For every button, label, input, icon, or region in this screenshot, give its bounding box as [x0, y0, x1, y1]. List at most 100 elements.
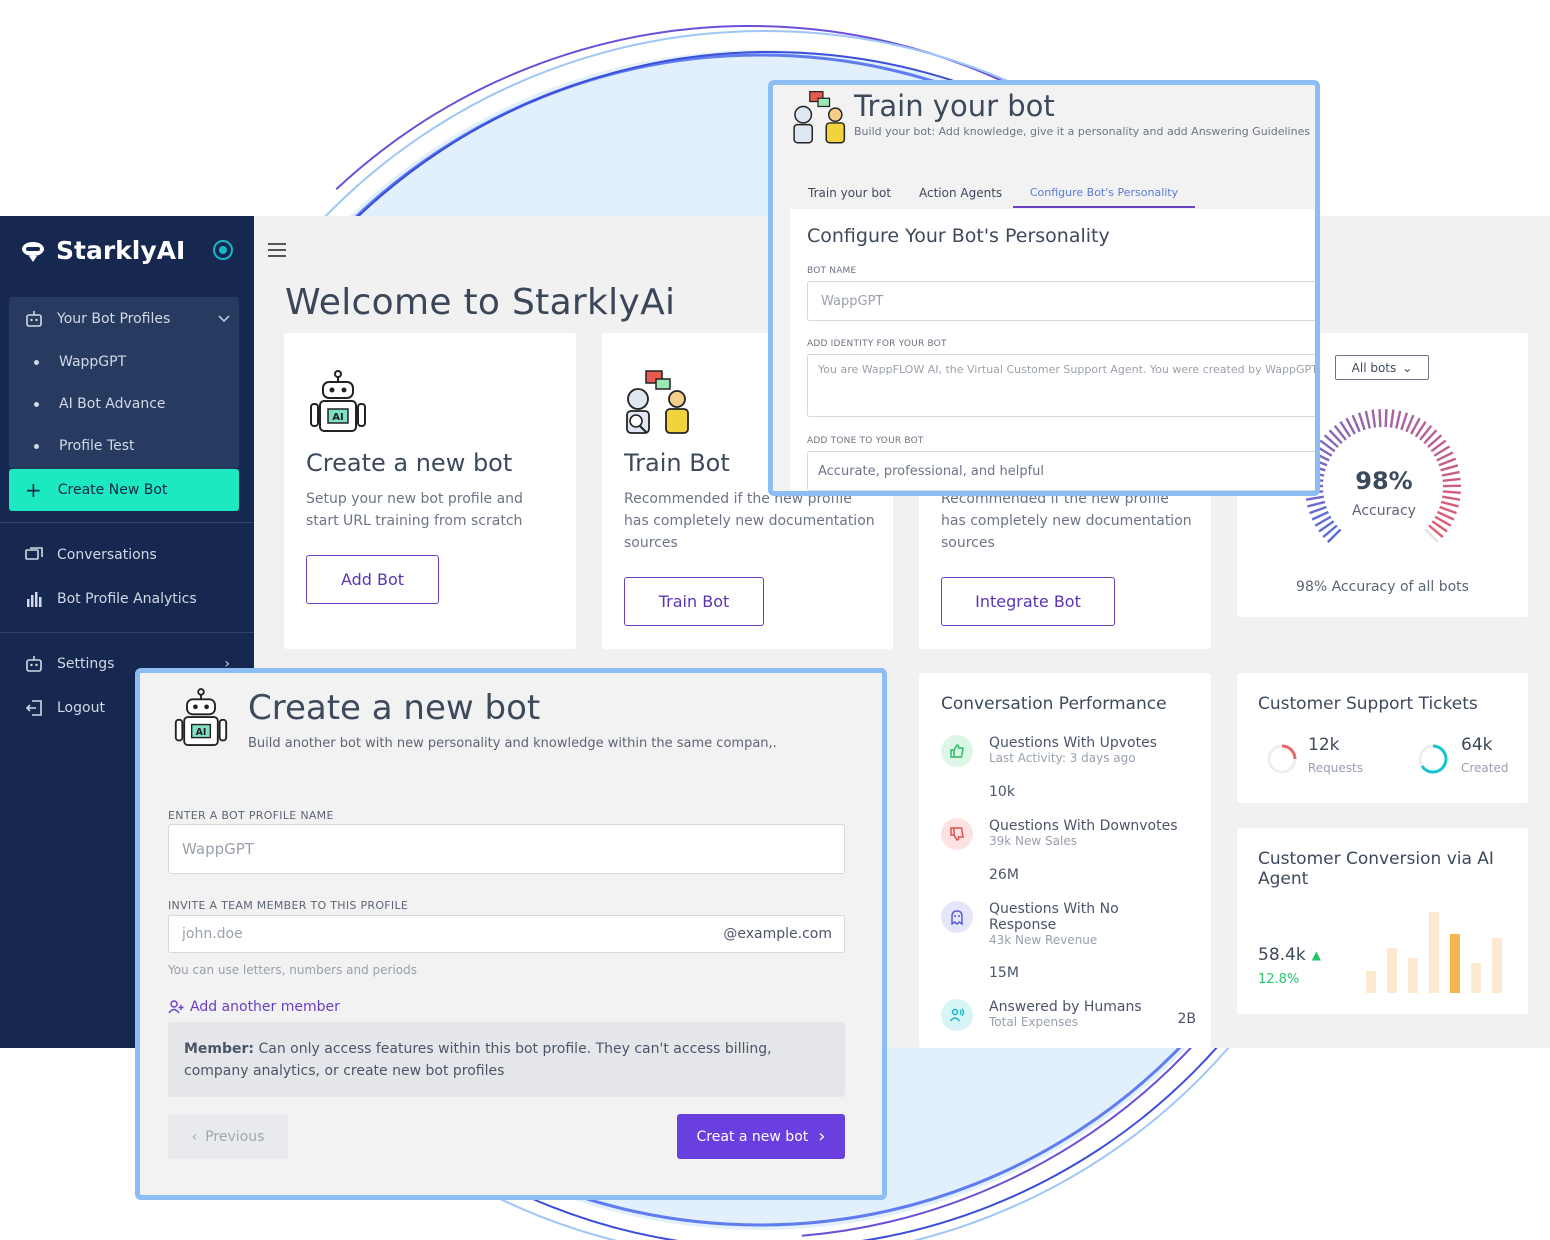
menu-icon[interactable]: [268, 243, 286, 257]
logout-icon: [25, 700, 42, 716]
conversion-value: 58.4k ▲: [1258, 945, 1321, 965]
training-icon: [626, 370, 689, 434]
chevron-left-icon: ‹: [191, 1128, 198, 1145]
identity-label: ADD IDENTITY FOR YOUR BOT: [807, 339, 947, 349]
sidebar-item-bot[interactable]: AI Bot Advance: [34, 396, 166, 412]
bar-chart-icon: [27, 592, 42, 607]
tab-personality[interactable]: Configure Bot's Personality: [1013, 186, 1195, 208]
created-ring: [1418, 744, 1448, 774]
brand-bot-icon: [22, 241, 44, 262]
accuracy-caption: 98% Accuracy of all bots: [1296, 579, 1469, 595]
bar: [1492, 938, 1502, 993]
bar: [1450, 934, 1460, 993]
email-domain-suffix: @example.com: [723, 926, 832, 942]
identity-textarea[interactable]: You are WappFLOW AI, the Virtual Custome…: [807, 354, 1315, 417]
brand-name: StarklyAI: [56, 236, 186, 265]
svg-text:AI: AI: [196, 727, 207, 738]
sidebar-item-logout[interactable]: Logout: [25, 699, 105, 717]
tab-action-agents[interactable]: Action Agents: [919, 186, 1002, 200]
invite-label: INVITE A TEAM MEMBER TO THIS PROFILE: [168, 899, 409, 912]
card-description: Setup your new bot profile and start URL…: [306, 491, 523, 529]
gauge-tick: [1378, 409, 1382, 428]
create-bot-submit-button[interactable]: Creat a new bot ›: [677, 1114, 845, 1159]
robot-icon: AI: [174, 688, 228, 746]
bar: [1366, 971, 1376, 993]
training-icon: [793, 91, 846, 144]
create-bot-panel: AI Create a new bot Build another bot wi…: [135, 668, 887, 1200]
gauge-tick: [1364, 410, 1371, 429]
perf-row: Questions With Downvotes 39k New Sales: [941, 818, 1178, 850]
add-user-icon: [168, 1000, 184, 1014]
sidebar-item-bot[interactable]: Profile Test: [34, 438, 135, 454]
chat-icon: [25, 547, 43, 560]
accuracy-label: Accuracy: [1352, 503, 1416, 519]
sidebar-item-conversations[interactable]: Conversations: [25, 546, 157, 564]
member-note: Member: Can only access features within …: [168, 1022, 845, 1097]
robot-icon: AI: [310, 370, 366, 432]
bot-profiles-group: Your Bot Profiles WappGPT AI Bot Advance…: [9, 297, 239, 469]
conversion-change: 12.8%: [1258, 972, 1300, 987]
gauge-tick: [1442, 495, 1461, 501]
bot-profiles-label: Your Bot Profiles: [57, 311, 171, 327]
conversion-bars: [1366, 912, 1502, 993]
perf-row: Answered by Humans Total Expenses 2B: [941, 999, 1196, 1031]
profile-name-label: ENTER A BOT PROFILE NAME: [168, 809, 334, 822]
bar: [1387, 948, 1397, 993]
bot-profiles-toggle[interactable]: Your Bot Profiles: [25, 310, 230, 328]
bot-name-input[interactable]: WappGPT: [807, 281, 1315, 321]
requests-value: 12k: [1308, 735, 1340, 755]
conversion-card: Customer Conversion via AI Agent 58.4k ▲ …: [1237, 828, 1528, 1014]
perf-row: Questions With Upvotes Last Activity: 3 d…: [941, 735, 1157, 767]
sidebar-toggle-icon[interactable]: [213, 240, 233, 260]
svg-text:AI: AI: [332, 412, 343, 423]
train-bot-button[interactable]: Train Bot: [624, 577, 764, 626]
gauge-tick: [1384, 409, 1388, 428]
gauge-tick: [1357, 412, 1366, 431]
card-title: Create a new bot: [306, 449, 513, 477]
requests-label: Requests: [1308, 761, 1363, 775]
gauge-tick: [1371, 409, 1377, 428]
train-bot-panel: Train your bot Build your bot: Add knowl…: [768, 80, 1320, 496]
gauge-tick: [1405, 414, 1415, 433]
create-new-bot-button[interactable]: + Create New Bot: [9, 469, 239, 511]
perf-value: 15M: [989, 965, 1019, 981]
brand-logo[interactable]: StarklyAI: [20, 236, 185, 265]
invite-hint: You can use letters, numbers and periods: [168, 963, 418, 977]
card-description: Recommended if the new profile has compl…: [941, 491, 1192, 551]
sidebar-item-bot[interactable]: WappGPT: [34, 354, 126, 370]
perf-value: 10k: [989, 784, 1015, 800]
previous-button[interactable]: ‹ Previous: [168, 1114, 288, 1159]
personality-form: Configure Your Bot's Personality BOT NAM…: [790, 209, 1315, 491]
tab-train[interactable]: Train your bot: [808, 186, 891, 200]
chevron-down-icon: [218, 315, 230, 323]
created-label: Created: [1461, 761, 1509, 775]
card-title: Customer Support Tickets: [1258, 694, 1478, 714]
add-member-link[interactable]: Add another member: [168, 999, 340, 1015]
integrate-bot-button[interactable]: Integrate Bot: [941, 577, 1115, 626]
tone-input[interactable]: Accurate, professional, and helpful: [807, 451, 1315, 491]
profile-name-input[interactable]: WappGPT: [168, 824, 845, 874]
bot-filter-dropdown[interactable]: All bots ⌄: [1335, 355, 1429, 380]
gauge-tick: [1395, 410, 1402, 429]
chevron-down-icon: ⌄: [1402, 360, 1413, 375]
perf-row: Questions With No Response 43k New Revenu…: [941, 901, 1159, 947]
perf-value: 26M: [989, 867, 1019, 883]
conversation-performance-card: Conversation Performance Questions With …: [919, 673, 1211, 1048]
gauge-tick: [1351, 414, 1361, 433]
gauge-tick: [1389, 409, 1395, 428]
users-icon: [941, 999, 973, 1031]
bar: [1471, 963, 1481, 993]
robot-icon: [26, 656, 42, 672]
page-title: Welcome to StarklyAi: [285, 282, 676, 323]
created-value: 64k: [1461, 735, 1493, 755]
gauge-tick: [1305, 495, 1324, 501]
chevron-right-icon: ›: [818, 1126, 826, 1147]
bar: [1429, 912, 1439, 993]
thumbs-down-icon: [941, 818, 973, 850]
panel-subtitle: Build your bot: Add knowledge, give it a…: [854, 125, 1311, 138]
sidebar-item-analytics[interactable]: Bot Profile Analytics: [25, 590, 197, 608]
invite-input[interactable]: john.doe @example.com: [168, 915, 845, 953]
add-bot-button[interactable]: Add Bot: [306, 555, 439, 604]
form-heading: Configure Your Bot's Personality: [807, 225, 1110, 247]
panel-subtitle: Build another bot with new personality a…: [248, 736, 777, 751]
